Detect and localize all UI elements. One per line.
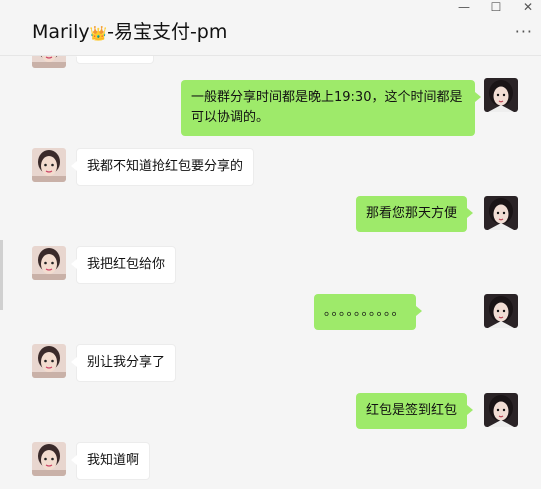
message-bubble[interactable]: 那看您那天方便 [356,196,474,232]
avatar[interactable] [32,148,66,182]
avatar[interactable] [484,196,518,230]
avatar[interactable] [484,393,518,427]
message-bubble[interactable]: 。。。。。。。。。。 [314,294,422,330]
avatar[interactable] [484,78,518,112]
contact-remark: -易宝支付-pm [107,21,228,43]
minimize-button[interactable]: — [449,0,479,14]
avatar[interactable] [32,344,66,378]
chat-header: Marily👑-易宝支付-pm — ☐ ✕ ··· [0,0,541,56]
avatar[interactable] [484,294,518,328]
scrollbar[interactable] [0,240,3,310]
contact-name: Marily [32,21,90,43]
avatar[interactable] [32,442,66,476]
more-options-icon[interactable]: ··· [515,22,533,41]
maximize-button[interactable]: ☐ [481,0,511,14]
message-bubble[interactable]: 红包是签到红包 [356,393,474,429]
avatar[interactable] [32,246,66,280]
crown-icon: 👑 [89,26,108,42]
message-bubble[interactable]: 别让我分享了 [70,344,177,382]
message-bubble[interactable]: 我把红包给你 [70,246,177,284]
message-bubble[interactable]: 我知道啊 [70,442,151,480]
close-button[interactable]: ✕ [513,0,541,14]
avatar[interactable] [32,56,66,68]
message-bubble[interactable]: 我都不知道抢红包要分享的 [70,148,255,186]
message-bubble-partial[interactable] [71,56,154,64]
chat-title: Marily👑-易宝支付-pm [32,17,227,44]
message-bubble[interactable]: 一般群分享时间都是晚上19:30，这个时间都是可以协调的。 [181,80,481,136]
message-list[interactable]: 一般群分享时间都是晚上19:30，这个时间都是可以协调的。 我都不知道抢红包要分… [0,56,541,489]
